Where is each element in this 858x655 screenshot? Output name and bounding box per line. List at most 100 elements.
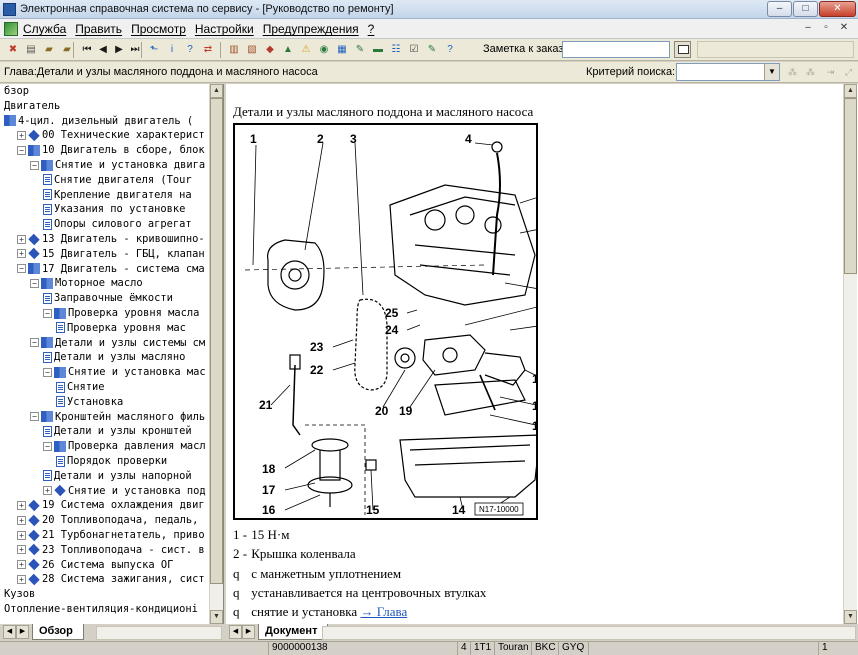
order-note-input[interactable] — [562, 41, 670, 58]
expand-icon[interactable]: + — [17, 545, 26, 555]
tree-item[interactable]: +19 Система охлаждения двиг — [17, 498, 205, 513]
tree-item[interactable]: 4-цил. дизельный двигатель ( — [4, 114, 193, 129]
toolbar-button-book[interactable]: ▥ — [226, 42, 242, 58]
toolbar-button-wheel[interactable]: ◉ — [316, 42, 332, 58]
scroll-down-icon[interactable]: ▼ — [210, 610, 223, 624]
scroll-thumb[interactable] — [210, 98, 223, 584]
minimize-button[interactable]: – — [767, 1, 792, 17]
tab-document[interactable]: Документ — [258, 624, 329, 640]
menu-help[interactable]: ? — [368, 22, 375, 36]
menu-settings[interactable]: Настройки — [195, 22, 254, 36]
tree-item[interactable]: бзор — [4, 84, 29, 99]
toolbar-button-check[interactable]: ☑ — [406, 42, 422, 58]
scroll-up-icon[interactable]: ▲ — [210, 84, 223, 98]
collapse-icon[interactable]: − — [30, 412, 39, 422]
doc-scroll-thumb[interactable] — [844, 98, 857, 274]
toolbar-button-brush[interactable]: ✎ — [352, 42, 368, 58]
doc-tab-prev-icon[interactable]: ◀ — [229, 625, 242, 639]
tree-item[interactable]: Заправочные ёмкости — [43, 291, 173, 306]
expand-icon[interactable]: + — [17, 560, 26, 570]
collapse-icon[interactable]: − — [43, 308, 52, 318]
tree-item[interactable]: +00 Технические характерист — [17, 128, 205, 143]
search-all-button[interactable]: ⁂ — [802, 64, 819, 81]
menu-edit[interactable]: Править — [75, 22, 122, 36]
tree-item[interactable]: Крепление двигателя на — [43, 188, 192, 203]
expand-icon[interactable]: + — [17, 530, 26, 540]
toolbar-button-print[interactable]: ▤ — [23, 42, 39, 58]
tree-item[interactable]: Отопление-вентиляция-кондиционі — [4, 602, 198, 617]
collapse-icon[interactable]: − — [30, 338, 39, 348]
expand-icon[interactable]: + — [17, 500, 26, 510]
toolbar-button-car[interactable]: ▬ — [370, 42, 386, 58]
tree-item[interactable]: Снятие двигателя (Tour — [43, 173, 192, 188]
collapse-icon[interactable]: − — [30, 160, 39, 170]
tree-item[interactable]: Порядок проверки — [56, 454, 167, 469]
menu-warnings[interactable]: Предупреждения — [263, 22, 359, 36]
toolbar-button-list[interactable]: ☷ — [388, 42, 404, 58]
search-expand-button[interactable]: ⤢ — [840, 64, 857, 81]
tree-item[interactable]: Снятие — [56, 380, 105, 395]
expand-icon[interactable]: + — [43, 486, 52, 496]
toolbar-button-part[interactable]: ▲ — [280, 42, 296, 58]
tree-item[interactable]: − 10 Двигатель в сборе, блок — [17, 143, 205, 158]
toolbar-button-doc[interactable]: ▧ — [244, 42, 260, 58]
tree-item[interactable]: +26 Система выпуска ОГ — [17, 558, 173, 573]
toolbar-button-exit[interactable]: ✖ — [5, 42, 21, 58]
toolbar-button-vehicle[interactable]: ▰ — [41, 42, 57, 58]
expand-icon[interactable]: + — [17, 515, 26, 525]
expand-icon[interactable]: + — [17, 574, 26, 584]
tree-item[interactable]: Детали и узлы масляно — [43, 350, 185, 365]
tree-item[interactable]: − Кронштейн масляного филь — [30, 410, 205, 425]
toolbar-button-note[interactable]: ✎ — [424, 42, 440, 58]
tree-item[interactable]: +20 Топливоподача, педаль, — [17, 513, 198, 528]
tree-item[interactable]: − 17 Двигатель - система сма — [17, 262, 205, 277]
toolbar-button-up[interactable]: ⬑ — [146, 42, 162, 58]
toolbar-button-question[interactable]: ? — [442, 42, 458, 58]
tab-overview[interactable]: Обзор — [32, 624, 84, 640]
menu-view[interactable]: Просмотр — [131, 22, 186, 36]
order-note-button[interactable] — [674, 41, 691, 58]
tree-item[interactable]: Детали и узлы кронштей — [43, 424, 192, 439]
tree-item[interactable]: − Снятие и установка мас — [43, 365, 206, 380]
close-button[interactable]: ✕ — [819, 1, 856, 17]
expand-icon[interactable]: + — [17, 249, 26, 259]
tab-prev-icon[interactable]: ◀ — [3, 625, 16, 639]
tree-item[interactable]: +28 Система зажигания, сист — [17, 572, 205, 587]
toolbar-button-help[interactable]: ? — [182, 42, 198, 58]
doc-tab-next-icon[interactable]: ▶ — [242, 625, 255, 639]
tree-item[interactable]: − Детали и узлы системы см — [30, 336, 205, 351]
collapse-icon[interactable]: − — [43, 367, 52, 377]
search-next-button[interactable]: ⇥ — [822, 64, 839, 81]
maximize-button[interactable]: □ — [793, 1, 818, 17]
tree-item[interactable]: Опоры силового агрегат — [43, 217, 192, 232]
tab-next-icon[interactable]: ▶ — [16, 625, 29, 639]
dropdown-arrow-icon[interactable]: ▼ — [764, 64, 779, 80]
tree-item[interactable]: − Снятие и установка двига — [30, 158, 205, 173]
toolbar-button-next[interactable]: ▶ — [111, 42, 127, 58]
collapse-icon[interactable]: − — [30, 278, 39, 288]
tree-item[interactable]: − Проверка давления масл — [43, 439, 206, 454]
expand-icon[interactable]: + — [17, 234, 26, 244]
tree-item[interactable]: +23 Топливоподача - сист. в — [17, 543, 205, 558]
tree-hscroll[interactable] — [96, 626, 222, 640]
toolbar-button-swap[interactable]: ⇄ — [200, 42, 216, 58]
tree-item[interactable]: +13 Двигатель - кривошипно- — [17, 232, 205, 247]
doc-scroll-up-icon[interactable]: ▲ — [844, 84, 857, 98]
tree-item[interactable]: Указания по установке — [43, 202, 185, 217]
tree-item[interactable]: + Снятие и установка под — [43, 484, 206, 499]
tree-item[interactable]: Установка — [56, 395, 123, 410]
collapse-icon[interactable]: − — [17, 264, 26, 274]
tree-item[interactable]: Проверка уровня мас — [56, 321, 186, 336]
tree-item[interactable]: Двигатель — [4, 99, 60, 114]
tree-scrollbar[interactable]: ▲ ▼ — [209, 84, 223, 624]
expand-icon[interactable]: + — [17, 130, 26, 140]
document-scrollbar[interactable]: ▲ ▼ — [843, 84, 857, 624]
search-criteria-select[interactable]: ▼ — [676, 63, 780, 81]
mdi-restore-button[interactable]: ▫ — [818, 21, 834, 36]
toolbar-button-tools[interactable]: ◆ — [262, 42, 278, 58]
tree-item[interactable]: +15 Двигатель - ГБЦ, клапан — [17, 247, 205, 262]
toolbar-button-info[interactable]: i — [164, 42, 180, 58]
tree-item[interactable]: − Проверка уровня масла — [43, 306, 199, 321]
tree-item[interactable]: Кузов — [4, 587, 35, 602]
toolbar-button-prev[interactable]: ◀ — [95, 42, 111, 58]
